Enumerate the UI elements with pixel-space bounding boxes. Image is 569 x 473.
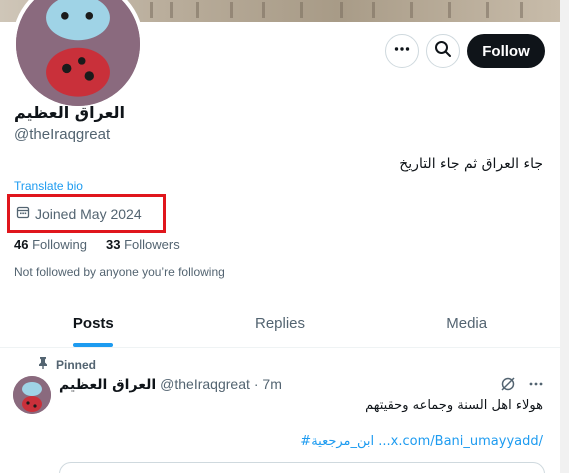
followers-link[interactable]: 33 Followers <box>106 237 180 252</box>
post-actions <box>500 376 544 397</box>
following-count: 46 <box>14 237 29 252</box>
profile-handle: @theIraqgreat <box>14 126 111 143</box>
tab-posts[interactable]: Posts <box>0 300 187 347</box>
post-link[interactable]: #ابن_مرجعية ...x.com/Bani_umayyadd/ <box>300 434 543 449</box>
ellipsis-icon <box>393 40 411 63</box>
more-options-button[interactable] <box>385 34 419 68</box>
pinned-indicator: Pinned <box>38 357 96 372</box>
post-more-icon[interactable] <box>528 376 544 397</box>
pin-icon <box>38 357 48 372</box>
following-link[interactable]: 46 Following <box>14 237 87 252</box>
scrollbar[interactable] <box>560 0 569 473</box>
follow-button[interactable]: Follow <box>467 34 545 68</box>
annotation-highlight-box <box>7 194 166 233</box>
post-text: هولاء اهل السنة وجماعه وحقيتهم <box>365 398 543 413</box>
search-icon <box>434 40 452 63</box>
translate-bio-link[interactable]: Translate bio <box>14 179 83 193</box>
search-posts-button[interactable] <box>426 34 460 68</box>
profile-bio: جاء العراق ثم جاء التاريخ <box>399 156 543 172</box>
post-author-avatar[interactable] <box>13 376 51 414</box>
grok-icon[interactable] <box>500 376 516 397</box>
post-author-handle[interactable]: @theIraqgreat <box>160 376 250 392</box>
post-header: العراق العظيم @theIraqgreat · 7m <box>59 376 282 393</box>
profile-display-name: العراق العظيم <box>14 103 126 122</box>
pinned-label: Pinned <box>56 357 97 372</box>
post-author-name[interactable]: العراق العظيم <box>59 377 156 393</box>
profile-avatar[interactable] <box>12 0 144 110</box>
followers-label: Followers <box>124 237 180 252</box>
followers-count: 33 <box>106 237 121 252</box>
tab-replies[interactable]: Replies <box>187 300 374 347</box>
not-followed-notice: Not followed by anyone you’re following <box>14 265 225 279</box>
post-timestamp[interactable]: · 7m <box>254 376 282 392</box>
follow-stats: 46 Following 33 Followers <box>14 237 180 252</box>
media-card[interactable] <box>59 462 545 473</box>
profile-tabs: Posts Replies Media <box>0 300 560 348</box>
following-label: Following <box>32 237 88 252</box>
tab-media[interactable]: Media <box>373 300 560 347</box>
